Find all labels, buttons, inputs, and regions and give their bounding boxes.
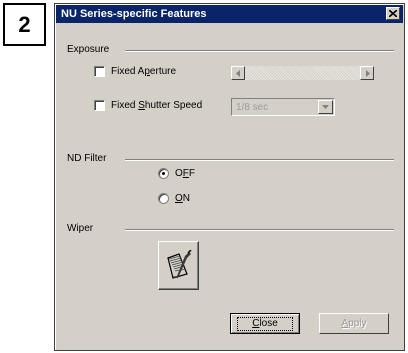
exposure-group-label: Exposure xyxy=(67,44,116,55)
wiper-icon xyxy=(166,249,192,279)
aperture-scroll-left-button[interactable] xyxy=(231,66,245,80)
nd-filter-on-option[interactable]: ON xyxy=(158,193,190,204)
shutter-speed-value: 1/8 sec xyxy=(236,102,269,113)
nd-filter-off-radio[interactable] xyxy=(158,168,169,179)
wiper-button[interactable] xyxy=(158,241,199,290)
fixed-shutter-checkbox-row[interactable]: Fixed Shutter Speed xyxy=(94,100,202,111)
nd-filter-on-radio[interactable] xyxy=(158,193,169,204)
apply-button-label: Apply xyxy=(341,318,367,329)
nd-filter-off-label: OFF xyxy=(175,168,195,179)
close-button-label: Close xyxy=(237,316,293,331)
apply-button[interactable]: Apply xyxy=(319,313,389,334)
step-number-badge: 2 xyxy=(3,3,46,46)
shutter-speed-dropdown-button[interactable] xyxy=(318,100,333,114)
nu-features-dialog: NU Series-specific Features Exposure Fix… xyxy=(54,3,405,351)
aperture-slider[interactable] xyxy=(231,66,374,80)
close-button[interactable]: Close xyxy=(230,313,300,334)
chevron-down-icon xyxy=(322,105,329,109)
wiper-divider xyxy=(125,229,394,231)
nd-filter-off-option[interactable]: OFF xyxy=(158,168,195,179)
close-window-button[interactable] xyxy=(386,7,400,20)
fixed-shutter-speed-checkbox[interactable] xyxy=(94,100,105,111)
nd-filter-group-label: ND Filter xyxy=(67,153,113,164)
close-icon xyxy=(389,10,397,17)
arrow-left-icon xyxy=(235,69,240,77)
nd-filter-divider xyxy=(125,159,394,161)
aperture-scroll-right-button[interactable] xyxy=(360,66,374,80)
fixed-aperture-checkbox-row[interactable]: Fixed Aperture xyxy=(94,66,176,77)
wiper-group-label: Wiper xyxy=(67,223,100,234)
nd-filter-on-label: ON xyxy=(175,193,191,204)
title-bar[interactable]: NU Series-specific Features xyxy=(56,5,403,23)
shutter-speed-dropdown[interactable]: 1/8 sec xyxy=(231,98,335,116)
fixed-aperture-label: Fixed Aperture xyxy=(111,66,177,77)
fixed-aperture-checkbox[interactable] xyxy=(94,66,105,77)
dialog-title: NU Series-specific Features xyxy=(61,8,207,20)
fixed-shutter-speed-label: Fixed Shutter Speed xyxy=(111,100,203,111)
arrow-right-icon xyxy=(365,69,370,77)
exposure-divider xyxy=(125,50,394,52)
